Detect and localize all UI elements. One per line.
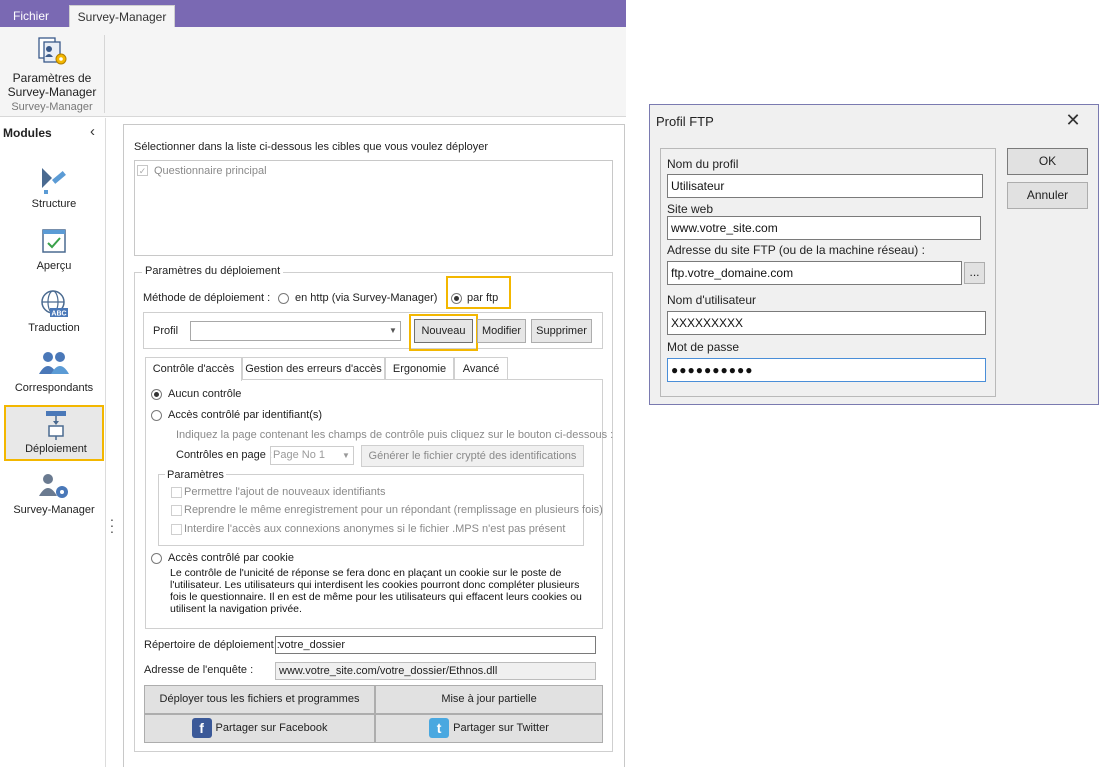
sidebar-item-label: Survey-Manager <box>4 504 104 516</box>
tab-access-errors[interactable]: Gestion des erreurs d'accès <box>242 357 385 379</box>
id-control-radio[interactable] <box>151 410 162 421</box>
generate-file-button[interactable]: Générer le fichier crypté des identifica… <box>361 445 584 467</box>
deploy-folder-label: Répertoire de déploiement : <box>144 639 280 651</box>
survey-address-label: Adresse de l'enquête : <box>144 664 253 676</box>
profile-name-label: Nom du profil <box>667 157 738 171</box>
ribbon-separator <box>104 35 105 113</box>
resume-record-checkbox[interactable] <box>171 505 182 516</box>
sidebar-item-survey-manager[interactable]: Survey-Manager <box>4 470 104 528</box>
method-label: Méthode de déploiement : <box>143 292 270 304</box>
no-control-label[interactable]: Aucun contrôle <box>168 388 241 400</box>
parameters-title: Paramètres <box>165 469 226 481</box>
sidebar-item-deploiement[interactable]: Déploiement <box>4 405 104 461</box>
tab-ergonomics[interactable]: Ergonomie <box>385 357 454 379</box>
sidebar-item-label: Déploiement <box>6 443 106 455</box>
sidebar-item-traduction[interactable]: ABC Traduction <box>4 288 104 346</box>
dialog-title: Profil FTP <box>656 114 714 129</box>
share-facebook-label: Partager sur Facebook <box>216 722 328 734</box>
facebook-icon: f <box>192 718 212 738</box>
close-icon[interactable]: ✕ <box>1063 110 1083 130</box>
deploy-all-button[interactable]: Déployer tous les fichiers et programmes <box>144 685 375 714</box>
settings-button[interactable]: Paramètres de Survey-Manager <box>4 35 100 109</box>
chevron-down-icon[interactable]: ▼ <box>340 448 352 463</box>
browse-button[interactable]: ... <box>964 262 985 284</box>
username-label: Nom d'utilisateur <box>667 293 756 307</box>
target-label: Questionnaire principal <box>154 165 267 177</box>
ribbon-panel: Paramètres de Survey-Manager Survey-Mana… <box>0 27 626 117</box>
svg-text:ABC: ABC <box>51 311 66 318</box>
chevron-down-icon[interactable]: ▼ <box>387 323 399 339</box>
ok-button[interactable]: OK <box>1007 148 1088 175</box>
password-input[interactable]: ●●●●●●●●●● <box>667 358 986 382</box>
people-icon <box>38 348 70 380</box>
ribbon-tab-fichier[interactable]: Fichier <box>0 5 62 27</box>
ftp-option-label[interactable]: par ftp <box>467 292 498 304</box>
allow-new-ids-label: Permettre l'ajout de nouveaux identifian… <box>184 486 385 498</box>
ribbon-tab-survey-manager[interactable]: Survey-Manager <box>69 5 175 27</box>
control-page-hint: Indiquez la page contenant les champs de… <box>176 429 613 441</box>
website-input[interactable]: www.votre_site.com <box>667 216 981 240</box>
ribbon-group-label: Survey-Manager <box>0 101 104 113</box>
resume-record-label: Reprendre le même enregistrement pour un… <box>184 504 603 516</box>
share-twitter-button[interactable]: t Partager sur Twitter <box>375 714 603 743</box>
settings-button-label: Paramètres de Survey-Manager <box>4 71 100 99</box>
http-option-label[interactable]: en http (via Survey-Manager) <box>295 292 437 304</box>
tab-access-control[interactable]: Contrôle d'accès <box>145 357 242 381</box>
ftp-address-input[interactable]: ftp.votre_domaine.com <box>667 261 962 285</box>
sidebar-item-label: Aperçu <box>4 260 104 272</box>
sidebar-item-correspondants[interactable]: Correspondants <box>4 348 104 406</box>
tab-advanced[interactable]: Avancé <box>454 357 508 379</box>
ftp-radio[interactable] <box>451 293 462 304</box>
sidebar-item-apercu[interactable]: Aperçu <box>4 226 104 284</box>
ftp-address-label: Adresse du site FTP (ou de la machine ré… <box>667 243 925 257</box>
sidebar-item-label: Correspondants <box>4 382 104 394</box>
cancel-button[interactable]: Annuler <box>1007 182 1088 209</box>
username-input[interactable]: XXXXXXXXX <box>667 311 986 335</box>
id-control-label[interactable]: Accès contrôlé par identifiant(s) <box>168 409 322 421</box>
cookie-control-radio[interactable] <box>151 553 162 564</box>
cookie-description: Le contrôle de l'unicité de réponse se f… <box>170 567 590 615</box>
modules-sidebar: Modules ‹ Structure Aperçu ABC Traductio… <box>0 118 106 767</box>
deploy-settings-title: Paramètres du déploiement <box>142 265 283 277</box>
settings-icon <box>35 35 69 67</box>
structure-icon <box>38 164 70 196</box>
translation-globe-icon: ABC <box>38 288 70 320</box>
sidebar-item-label: Traduction <box>4 322 104 334</box>
http-radio[interactable] <box>278 293 289 304</box>
profile-label: Profil <box>153 325 178 337</box>
delete-profile-button[interactable]: Supprimer <box>531 319 592 343</box>
target-checkbox[interactable]: ✓ <box>137 165 148 176</box>
control-page-label: Contrôles en page : <box>176 449 272 461</box>
instruction-text: Sélectionner dans la liste ci-dessous le… <box>134 141 488 153</box>
no-control-radio[interactable] <box>151 389 162 400</box>
partial-update-button[interactable]: Mise à jour partielle <box>375 685 603 714</box>
deployment-icon <box>40 409 72 441</box>
splitter-handle[interactable]: ··· <box>108 516 116 536</box>
survey-address-field: www.votre_site.com/votre_dossier/Ethnos.… <box>275 662 596 680</box>
chevron-left-icon[interactable]: ‹ <box>90 124 102 140</box>
deny-anonymous-checkbox[interactable] <box>171 524 182 535</box>
cookie-control-label[interactable]: Accès contrôlé par cookie <box>168 552 294 564</box>
password-label: Mot de passe <box>667 340 739 354</box>
share-facebook-button[interactable]: f Partager sur Facebook <box>144 714 375 743</box>
deny-anonymous-label: Interdire l'accès aux connexions anonyme… <box>184 523 565 535</box>
share-twitter-label: Partager sur Twitter <box>453 722 549 734</box>
website-label: Site web <box>667 202 713 216</box>
sidebar-item-structure[interactable]: Structure <box>4 164 104 222</box>
deploy-folder-input[interactable]: votre_dossier <box>275 636 596 654</box>
users-settings-icon <box>38 470 70 502</box>
profile-select[interactable] <box>190 321 401 341</box>
edit-profile-button[interactable]: Modifier <box>477 319 526 343</box>
new-button-highlight <box>409 314 478 351</box>
preview-icon <box>38 226 70 258</box>
modules-title: Modules <box>3 126 52 140</box>
profile-name-input[interactable]: Utilisateur <box>667 174 983 198</box>
sidebar-item-label: Structure <box>4 198 104 210</box>
twitter-icon: t <box>429 718 449 738</box>
allow-new-ids-checkbox[interactable] <box>171 487 182 498</box>
